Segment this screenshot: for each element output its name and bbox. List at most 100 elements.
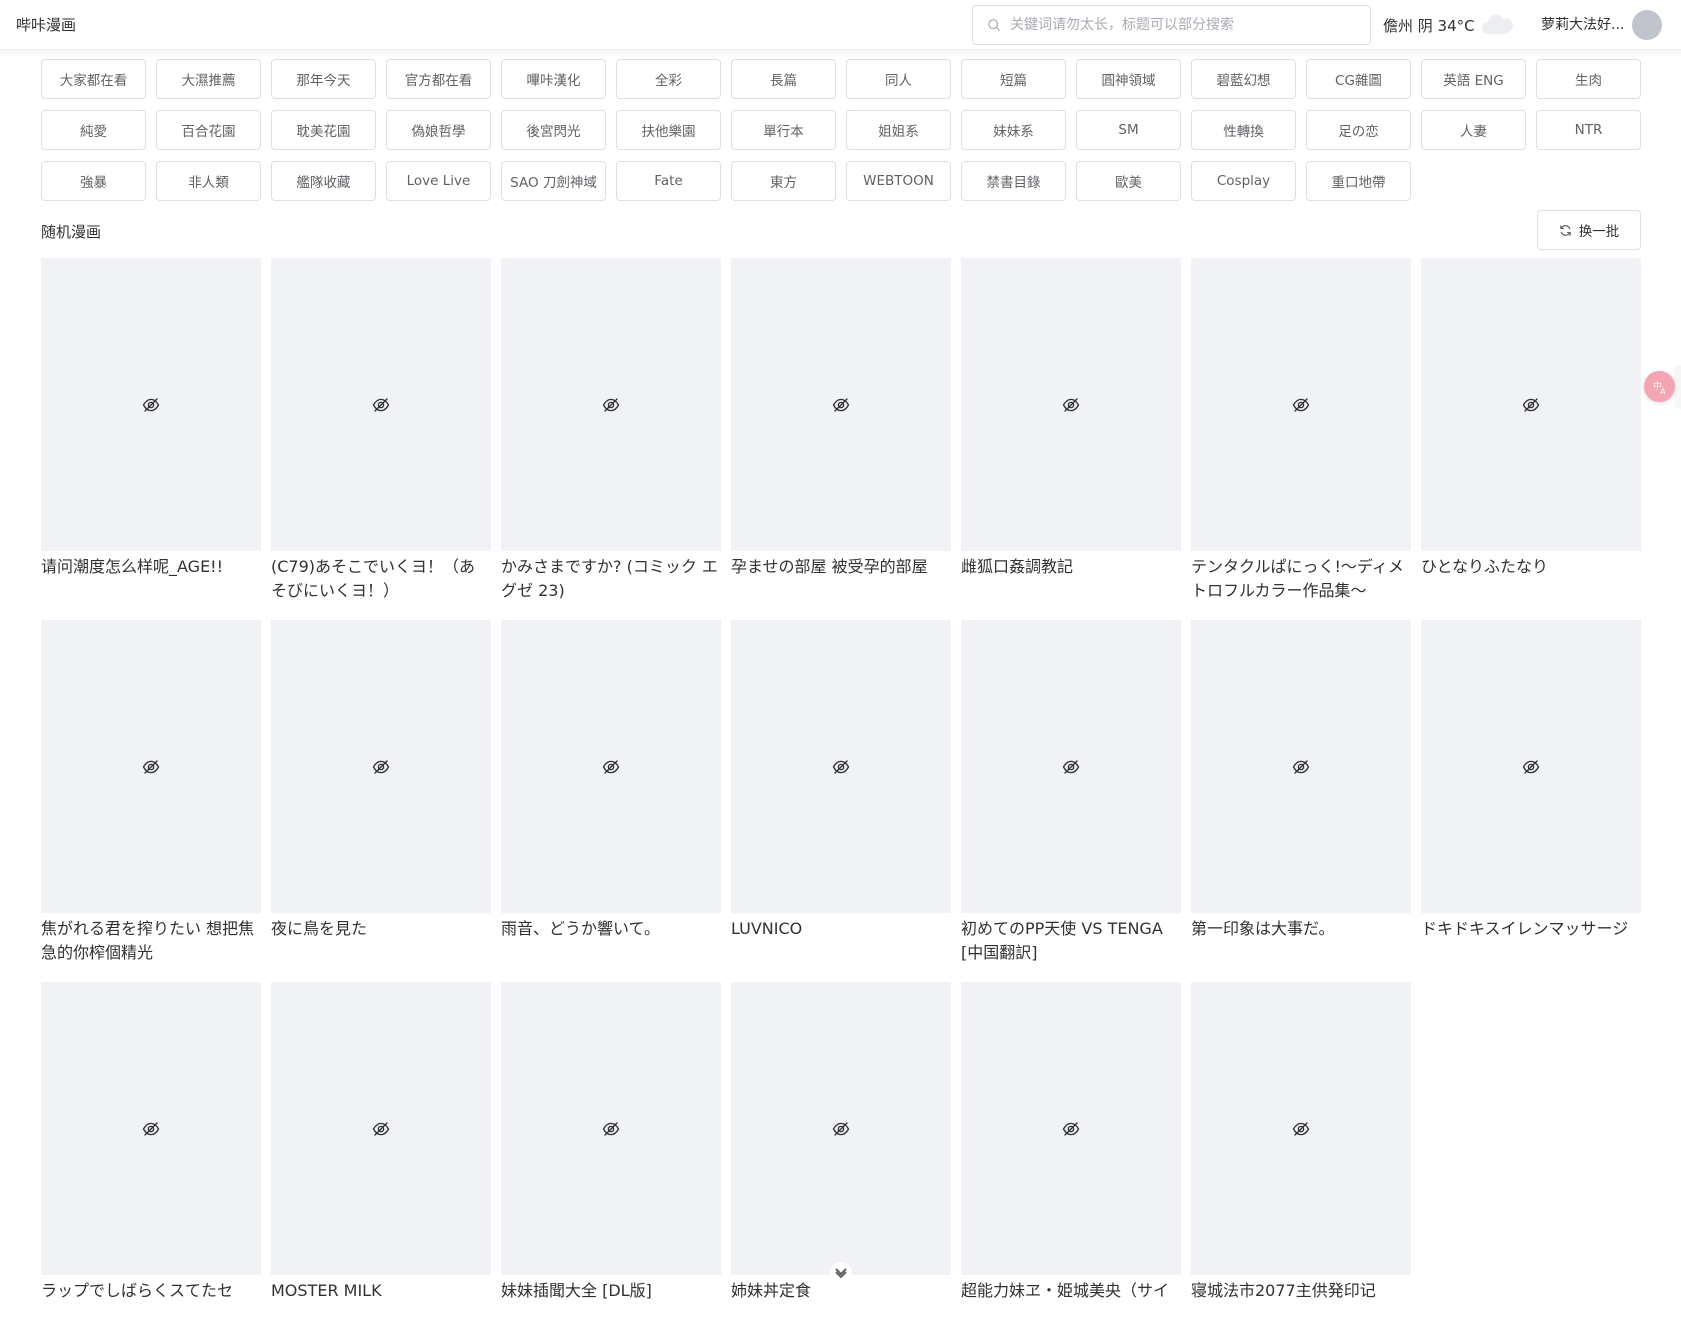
category-button[interactable]: 大家都在看 — [41, 59, 146, 99]
category-button[interactable]: 禁書目錄 — [961, 161, 1066, 201]
comic-cover[interactable] — [1191, 620, 1411, 913]
category-button[interactable]: 大濕推薦 — [156, 59, 261, 99]
avatar[interactable] — [1632, 10, 1662, 40]
category-button[interactable]: 足の恋 — [1306, 110, 1411, 150]
comic-title[interactable]: 第一印象は大事だ。 — [1191, 917, 1411, 941]
comic-card[interactable]: LUVNICO — [731, 620, 951, 982]
comic-title[interactable]: ラップでしばらくスてたセ — [41, 1279, 261, 1303]
category-button[interactable]: 性轉換 — [1191, 110, 1296, 150]
user-name[interactable]: 萝莉大法好... — [1541, 14, 1624, 34]
category-button[interactable]: 東方 — [731, 161, 836, 201]
comic-title[interactable]: ひとなりふたなり — [1421, 555, 1641, 579]
refresh-button[interactable]: 换一批 — [1537, 210, 1641, 250]
category-button[interactable]: 人妻 — [1421, 110, 1526, 150]
comic-card[interactable]: 姉妹丼定食 — [731, 982, 951, 1344]
category-button[interactable]: NTR — [1536, 110, 1641, 150]
comic-title[interactable]: 焦がれる君を搾りたい 想把焦急的你榨個精光 — [41, 917, 261, 965]
translate-button[interactable]: 中 A — [1644, 371, 1675, 402]
comic-card[interactable]: かみさまですか? (コミック エグゼ 23) — [501, 258, 721, 620]
comic-cover[interactable] — [1421, 258, 1641, 551]
comic-card[interactable]: ラップでしばらくスてたセ — [41, 982, 261, 1344]
search-input[interactable] — [1010, 17, 1370, 33]
comic-card[interactable]: 超能力妹ヱ・姫城美央（サイ — [961, 982, 1181, 1344]
comic-card[interactable]: (C79)あそこでいくヨ！（あそびにいくヨ！） — [271, 258, 491, 620]
comic-card[interactable]: 雨音、どうか響いて。 — [501, 620, 721, 982]
comic-card[interactable]: 雌狐口姦調教記 — [961, 258, 1181, 620]
comic-cover[interactable] — [41, 982, 261, 1275]
comic-card[interactable]: MOSTER MILK — [271, 982, 491, 1344]
comic-cover[interactable] — [961, 982, 1181, 1275]
comic-cover[interactable] — [501, 982, 721, 1275]
category-button[interactable]: 英語 ENG — [1421, 59, 1526, 99]
comic-cover[interactable] — [271, 620, 491, 913]
comic-title[interactable]: 雌狐口姦調教記 — [961, 555, 1181, 579]
comic-title[interactable]: 超能力妹ヱ・姫城美央（サイ — [961, 1279, 1181, 1303]
category-button[interactable]: SAO 刀劍神域 — [501, 161, 606, 201]
category-button[interactable]: Cosplay — [1191, 161, 1296, 201]
comic-cover[interactable] — [271, 982, 491, 1275]
category-button[interactable]: 碧藍幻想 — [1191, 59, 1296, 99]
comic-cover[interactable] — [961, 258, 1181, 551]
comic-title[interactable]: 夜に鳥を見た — [271, 917, 491, 941]
comic-card[interactable]: ひとなりふたなり — [1421, 258, 1641, 620]
comic-card[interactable]: 夜に鳥を見た — [271, 620, 491, 982]
comic-title[interactable]: 初めてのPP天使 VS TENGA [中国翻訳] — [961, 917, 1181, 965]
comic-cover[interactable] — [41, 620, 261, 913]
comic-title[interactable]: 寝城法市2077主供発印记 — [1191, 1279, 1411, 1303]
category-button[interactable]: 全彩 — [616, 59, 721, 99]
category-button[interactable]: 那年今天 — [271, 59, 376, 99]
comic-cover[interactable] — [271, 258, 491, 551]
comic-card[interactable]: 焦がれる君を搾りたい 想把焦急的你榨個精光 — [41, 620, 261, 982]
comic-cover[interactable] — [961, 620, 1181, 913]
comic-title[interactable]: 孕ませの部屋 被受孕的部屋 — [731, 555, 951, 579]
category-button[interactable]: 偽娘哲學 — [386, 110, 491, 150]
app-title[interactable]: 哔咔漫画 — [16, 14, 76, 35]
category-button[interactable]: 扶他樂園 — [616, 110, 721, 150]
category-button[interactable]: 耽美花園 — [271, 110, 376, 150]
comic-title[interactable]: 请问潮度怎么样呢_AGE!! — [41, 555, 261, 579]
category-button[interactable]: 歐美 — [1076, 161, 1181, 201]
category-button[interactable]: 艦隊收藏 — [271, 161, 376, 201]
comic-title[interactable]: 雨音、どうか響いて。 — [501, 917, 721, 941]
category-button[interactable]: 長篇 — [731, 59, 836, 99]
scroll-down-button[interactable] — [830, 1262, 852, 1284]
search-box[interactable] — [972, 5, 1371, 45]
category-button[interactable]: Love Live — [386, 161, 491, 201]
category-button[interactable]: 純愛 — [41, 110, 146, 150]
comic-title[interactable]: ドキドキスイレンマッサージ — [1421, 917, 1641, 941]
category-button[interactable]: 單行本 — [731, 110, 836, 150]
category-button[interactable]: 姐姐系 — [846, 110, 951, 150]
category-button[interactable]: 嗶咔漢化 — [501, 59, 606, 99]
category-button[interactable]: 後宮閃光 — [501, 110, 606, 150]
category-button[interactable]: CG雜圖 — [1306, 59, 1411, 99]
category-button[interactable]: 強暴 — [41, 161, 146, 201]
comic-title[interactable]: MOSTER MILK — [271, 1279, 491, 1303]
comic-cover[interactable] — [1421, 620, 1641, 913]
comic-title[interactable]: かみさまですか? (コミック エグゼ 23) — [501, 555, 721, 603]
category-button[interactable]: 非人類 — [156, 161, 261, 201]
category-button[interactable]: 生肉 — [1536, 59, 1641, 99]
comic-cover[interactable] — [731, 982, 951, 1275]
comic-cover[interactable] — [731, 258, 951, 551]
comic-card[interactable]: 妹妹插聞大全 [DL版] — [501, 982, 721, 1344]
comic-cover[interactable] — [501, 620, 721, 913]
comic-card[interactable]: 初めてのPP天使 VS TENGA [中国翻訳] — [961, 620, 1181, 982]
comic-title[interactable]: (C79)あそこでいくヨ！（あそびにいくヨ！） — [271, 555, 491, 603]
comic-card[interactable]: 孕ませの部屋 被受孕的部屋 — [731, 258, 951, 620]
comic-title[interactable]: 妹妹插聞大全 [DL版] — [501, 1279, 721, 1303]
category-button[interactable]: 圓神領域 — [1076, 59, 1181, 99]
category-button[interactable]: 重口地帶 — [1306, 161, 1411, 201]
comic-cover[interactable] — [1191, 258, 1411, 551]
category-button[interactable]: 短篇 — [961, 59, 1066, 99]
comic-card[interactable]: テンタクルぱにっく!〜ディメトロフルカラー作品集〜 — [1191, 258, 1411, 620]
comic-title[interactable]: LUVNICO — [731, 917, 951, 941]
comic-cover[interactable] — [41, 258, 261, 551]
category-button[interactable]: 妹妹系 — [961, 110, 1066, 150]
category-button[interactable]: 官方都在看 — [386, 59, 491, 99]
category-button[interactable]: 百合花園 — [156, 110, 261, 150]
comic-card[interactable]: 寝城法市2077主供発印记 — [1191, 982, 1411, 1344]
comic-cover[interactable] — [1191, 982, 1411, 1275]
category-button[interactable]: 同人 — [846, 59, 951, 99]
comic-card[interactable]: ドキドキスイレンマッサージ — [1421, 620, 1641, 982]
comic-card[interactable]: 请问潮度怎么样呢_AGE!! — [41, 258, 261, 620]
